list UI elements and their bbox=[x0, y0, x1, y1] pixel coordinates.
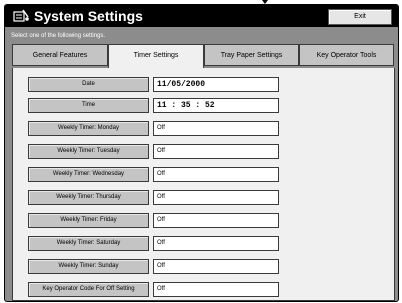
weekly-timer-monday-value: Off bbox=[153, 121, 279, 136]
system-settings-window: System Settings Exit Select one of the f… bbox=[4, 4, 399, 302]
weekly-timer-saturday-value: Off bbox=[153, 236, 279, 251]
weekly-timer-wednesday-value: Off bbox=[153, 167, 279, 182]
weekly-timer-sunday-value: Off bbox=[153, 259, 279, 274]
weekly-timer-saturday-button[interactable]: Weekly Timer: Saturday bbox=[28, 236, 149, 251]
tab-tray-paper-settings[interactable]: Tray Paper Settings bbox=[204, 44, 299, 66]
key-operator-code-off-setting-button[interactable]: Key Operator Code For Off Setting bbox=[28, 282, 149, 297]
settings-tools-icon bbox=[13, 9, 29, 22]
exit-button[interactable]: Exit bbox=[328, 9, 392, 25]
title-bar: System Settings Exit bbox=[5, 5, 398, 27]
tab-general-features[interactable]: General Features bbox=[12, 44, 108, 66]
key-operator-code-off-setting-value: Off bbox=[153, 282, 279, 297]
weekly-timer-tuesday-button[interactable]: Weekly Timer: Tuesday bbox=[28, 144, 149, 159]
weekly-timer-friday-button[interactable]: Weekly Timer: Friday bbox=[28, 213, 149, 228]
weekly-timer-friday-value: Off bbox=[153, 213, 279, 228]
time-button[interactable]: Time bbox=[28, 98, 149, 113]
tab-key-operator-tools[interactable]: Key Operator Tools bbox=[299, 44, 394, 66]
date-value: 11/05/2000 bbox=[153, 77, 279, 92]
weekly-timer-monday-button[interactable]: Weekly Timer: Monday bbox=[28, 121, 149, 136]
tab-timer-settings[interactable]: Timer Settings bbox=[108, 44, 204, 69]
instruction-text: Select one of the following settings. bbox=[11, 33, 106, 39]
timer-settings-panel: Date 11/05/2000 Time 11 : 35 : 52 Weekly… bbox=[12, 68, 395, 301]
weekly-timer-thursday-value: Off bbox=[153, 190, 279, 205]
date-button[interactable]: Date bbox=[28, 77, 149, 92]
weekly-timer-thursday-button[interactable]: Weekly Timer: Thursday bbox=[28, 190, 149, 205]
weekly-timer-sunday-button[interactable]: Weekly Timer: Sunday bbox=[28, 259, 149, 274]
settings-tabs: General Features Timer Settings Tray Pap… bbox=[12, 44, 394, 69]
weekly-timer-wednesday-button[interactable]: Weekly Timer: Wednesday bbox=[28, 167, 149, 182]
weekly-timer-tuesday-value: Off bbox=[153, 144, 279, 159]
window-title: System Settings bbox=[34, 8, 143, 24]
time-value: 11 : 35 : 52 bbox=[153, 98, 279, 113]
